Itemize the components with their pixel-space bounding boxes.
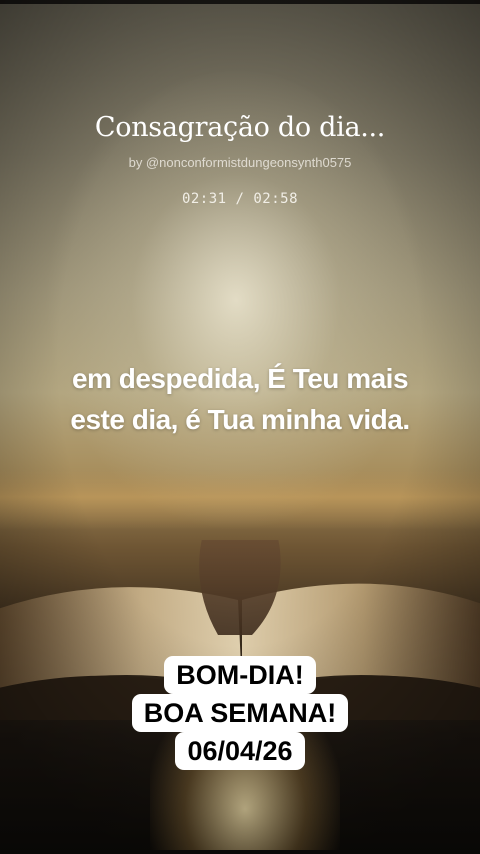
- caption-sticker: BOM-DIA! BOA SEMANA! 06/04/26: [0, 656, 480, 770]
- bottom-border: [0, 850, 480, 854]
- video-frame[interactable]: Consagração do dia... by @nonconformistd…: [0, 0, 480, 854]
- lyrics-line-2: este dia, é Tua minha vida.: [70, 404, 410, 435]
- playback-timer: 02:31 / 02:58: [181, 191, 299, 207]
- caption-line-date: 06/04/26: [175, 732, 305, 770]
- song-title: Consagração do dia...: [94, 112, 386, 143]
- lyrics-block: em despedida, É Teu mais este dia, é Tua…: [0, 358, 480, 440]
- lyrics-line-1: em despedida, É Teu mais: [71, 363, 409, 394]
- author-byline[interactable]: by @nonconformistdungeonsynth0575: [0, 155, 480, 170]
- caption-line-greeting: BOM-DIA!: [164, 656, 316, 694]
- caption-line-week: BOA SEMANA!: [131, 694, 349, 732]
